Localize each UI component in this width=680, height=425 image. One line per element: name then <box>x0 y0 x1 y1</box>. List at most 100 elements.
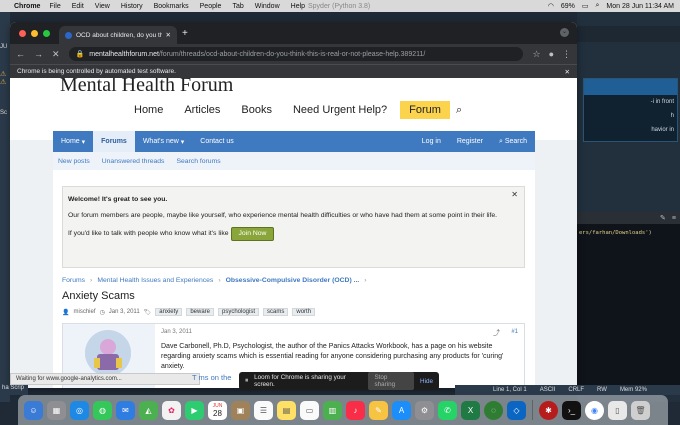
chrome-icon[interactable]: ◉ <box>585 400 604 420</box>
nav-forums[interactable]: Forums <box>93 131 135 152</box>
search-icon[interactable]: ⌕ <box>456 104 462 117</box>
browser-tab[interactable]: OCD about children, do you thi ✕ <box>59 26 177 44</box>
site-logo[interactable]: Mental Health Forum <box>60 78 233 97</box>
search-spotlight-icon[interactable]: ⌕ <box>595 2 599 10</box>
spyder-console[interactable]: ✎ ≡ ers/farhan/Downloads') <box>577 212 680 392</box>
avatar[interactable] <box>85 330 131 376</box>
more-menu-icon[interactable]: ⋮ <box>562 49 571 60</box>
calendar-icon[interactable]: JUN 28 <box>208 400 227 420</box>
settings-icon[interactable]: ✎ <box>660 214 666 222</box>
notes-icon[interactable]: ▤ <box>277 400 296 420</box>
menu-edit[interactable]: Edit <box>72 3 84 10</box>
numbers-icon[interactable]: ▥ <box>323 400 342 420</box>
tab-search-button[interactable]: ⌄ <box>560 28 569 37</box>
thread-date[interactable]: Jan 3, 2011 <box>109 309 140 315</box>
subnav-new-posts[interactable]: New posts <box>58 158 90 165</box>
nav-search[interactable]: ⌕ Search <box>491 131 535 152</box>
tag[interactable]: psychologist <box>218 308 260 316</box>
new-tab-button[interactable]: + <box>182 28 188 39</box>
menu-file[interactable]: File <box>49 3 60 10</box>
nav-login[interactable]: Log in <box>414 131 449 152</box>
nav-contact[interactable]: Contact us <box>192 131 241 152</box>
stop-sharing-button[interactable]: Stop sharing <box>368 372 415 390</box>
profile-icon[interactable]: ● <box>549 49 554 59</box>
lock-icon[interactable]: 🔒 <box>76 50 85 58</box>
menu-history[interactable]: History <box>121 3 143 10</box>
music-icon[interactable]: ♪ <box>346 400 365 420</box>
contacts-icon[interactable]: ▣ <box>231 400 250 420</box>
launchpad-icon[interactable]: ▦ <box>47 400 66 420</box>
tag[interactable]: worth <box>292 308 316 316</box>
breadcrumb-forums[interactable]: Forums <box>62 277 85 284</box>
menu-view[interactable]: View <box>95 3 110 10</box>
close-infobar-icon[interactable]: ✕ <box>565 68 570 76</box>
reminders-icon[interactable]: ☰ <box>254 400 273 420</box>
topnav-urgent-help[interactable]: Need Urgent Help? <box>285 101 395 119</box>
menu-bookmarks[interactable]: Bookmarks <box>154 3 189 10</box>
clock[interactable]: Mon 28 Jun 11:34 AM <box>606 3 674 10</box>
messages-icon[interactable]: ◍ <box>93 400 112 420</box>
join-now-button[interactable]: Join Now <box>230 227 275 241</box>
pages-icon[interactable]: ✎ <box>369 400 388 420</box>
share-icon[interactable]: ⤴ <box>493 328 500 338</box>
freeform-icon[interactable]: ▭ <box>300 400 319 420</box>
forward-icon[interactable]: → <box>34 49 43 59</box>
close-notice-icon[interactable]: ✕ <box>511 190 518 200</box>
maps-icon[interactable]: ◭ <box>139 400 158 420</box>
battery-percent[interactable]: 69% <box>561 3 575 10</box>
topnav-articles[interactable]: Articles <box>176 101 228 119</box>
menu-tab[interactable]: Tab <box>232 3 243 10</box>
breadcrumb-ocd[interactable]: Obsessive-Compulsive Disorder (OCD) ... <box>226 277 360 284</box>
console-text: ers/farhan/Downloads') <box>579 230 652 236</box>
tag[interactable]: beware <box>186 308 214 316</box>
topnav-books[interactable]: Books <box>233 101 280 119</box>
menu-app-name[interactable]: Chrome <box>14 3 40 10</box>
photos-icon[interactable]: ✿ <box>162 400 181 420</box>
excel-icon[interactable]: X <box>461 400 480 420</box>
post-number[interactable]: #1 <box>511 329 518 335</box>
mail-icon[interactable]: ✉ <box>116 400 135 420</box>
vscode-icon[interactable]: ◇ <box>507 400 526 420</box>
document-icon[interactable]: ▯ <box>608 400 627 420</box>
safari-icon[interactable]: ◎ <box>70 400 89 420</box>
nav-whats-new[interactable]: What's new ▾ <box>135 131 192 152</box>
bookmark-star-icon[interactable]: ☆ <box>532 49 540 60</box>
hide-button[interactable]: Hide <box>420 378 433 385</box>
menu-window[interactable]: Window <box>255 3 280 10</box>
back-icon[interactable]: ← <box>16 49 25 59</box>
subnav-unanswered[interactable]: Unanswered threads <box>102 158 165 165</box>
nav-register[interactable]: Register <box>449 131 491 152</box>
battery-icon[interactable]: ▭ <box>582 2 589 10</box>
app-store-icon[interactable]: A <box>392 400 411 420</box>
topnav-home[interactable]: Home <box>126 101 171 119</box>
tag[interactable]: scams <box>263 308 289 316</box>
maximize-window-button[interactable] <box>43 30 50 37</box>
terminal-icon[interactable]: ›_ <box>562 400 581 420</box>
menu-help[interactable]: Help <box>291 3 305 10</box>
spyder-icon[interactable]: ◌ <box>484 400 503 420</box>
close-window-button[interactable] <box>19 30 26 37</box>
topnav-forum[interactable]: Forum <box>400 101 450 119</box>
breadcrumb-category[interactable]: Mental Health Issues and Experiences <box>97 277 213 284</box>
address-bar[interactable]: 🔒 mentalhealthforum.net/forum/threads/oc… <box>68 47 524 61</box>
wifi-icon[interactable]: ◠ <box>548 2 554 10</box>
post-date[interactable]: Jan 3, 2011 <box>161 329 192 335</box>
stop-loading-icon[interactable]: ✕ <box>52 49 60 60</box>
post-link-fragment[interactable]: T ms on the <box>192 373 231 382</box>
notice-cta: If you'd like to talk with people who kn… <box>68 230 229 237</box>
finder-icon[interactable]: ☺ <box>24 400 43 420</box>
menu-icon[interactable]: ≡ <box>672 215 676 222</box>
subnav-search-forums[interactable]: Search forums <box>176 158 220 165</box>
system-preferences-icon[interactable]: ⚙ <box>415 400 434 420</box>
menu-people[interactable]: People <box>200 3 222 10</box>
spider-app-icon[interactable]: ✱ <box>539 400 558 420</box>
trash-icon[interactable]: 🗑 <box>631 400 650 420</box>
pause-icon[interactable]: ⏸ <box>245 377 248 385</box>
whatsapp-icon[interactable]: ✆ <box>438 400 457 420</box>
facetime-icon[interactable]: ▶ <box>185 400 204 420</box>
nav-home[interactable]: Home ▾ <box>53 131 93 152</box>
thread-author[interactable]: mischief <box>73 309 95 315</box>
minimize-window-button[interactable] <box>31 30 38 37</box>
close-tab-icon[interactable]: ✕ <box>166 31 171 39</box>
tag[interactable]: anxiety <box>155 308 183 316</box>
